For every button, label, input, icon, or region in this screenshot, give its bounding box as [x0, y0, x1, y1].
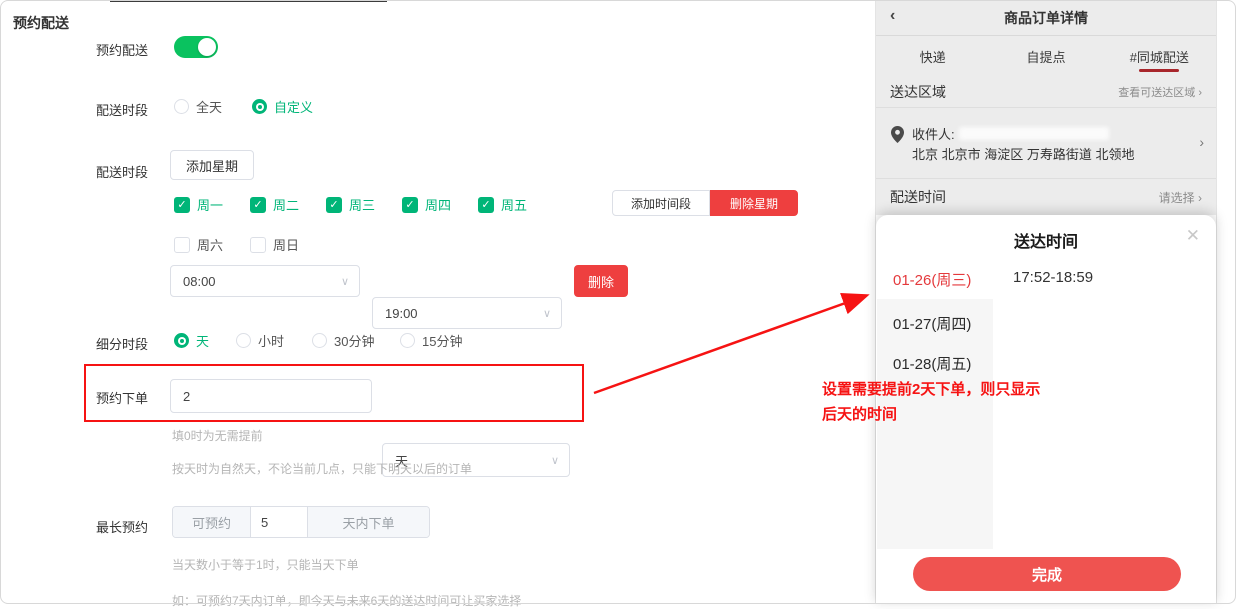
tab-local-delivery[interactable]: #同城配送	[1103, 36, 1216, 76]
checkbox-icon: ✓	[478, 197, 494, 213]
toggle-knob	[198, 38, 216, 56]
delivery-area-row[interactable]: 送达区域 查看可送达区域 ›	[876, 76, 1216, 108]
checkbox-icon	[174, 237, 190, 253]
radio-label: 小时	[258, 331, 284, 350]
annotation-text: 设置需要提前2天下单，则只显示 后天的时间	[822, 377, 1112, 427]
start-time-select[interactable]: 08:00 ∨	[170, 265, 360, 297]
checkbox-sunday[interactable]: 周日	[250, 235, 299, 254]
max-row-label: 最长预约	[96, 517, 148, 536]
redacted-recipient-name	[959, 127, 1109, 140]
checkbox-icon: ✓	[250, 197, 266, 213]
checkbox-label: 周四	[425, 195, 451, 214]
radio-label: 15分钟	[422, 331, 462, 350]
annotation-line-1: 设置需要提前2天下单，则只显示	[822, 377, 1112, 402]
end-time-select[interactable]: 19:00 ∨	[372, 297, 562, 329]
radio-day[interactable]: 天	[174, 331, 209, 350]
date-option-0126[interactable]: 01-26(周三)	[877, 259, 993, 299]
checkbox-label: 周三	[349, 195, 375, 214]
checkbox-icon: ✓	[174, 197, 190, 213]
max-prefix: 可预约	[173, 507, 251, 537]
radio-label: 全天	[196, 97, 222, 116]
granularity-row-label: 细分时段	[96, 334, 148, 353]
delivery-time-label: 配送时间	[890, 187, 946, 207]
checkbox-label: 周日	[273, 235, 299, 254]
checkbox-tuesday[interactable]: ✓ 周二	[250, 195, 299, 214]
radio-icon	[174, 99, 189, 114]
checkbox-label: 周二	[273, 195, 299, 214]
done-button[interactable]: 完成	[913, 557, 1181, 591]
radio-icon	[236, 333, 251, 348]
max-days-input-group: 可预约 5 天内下单	[172, 506, 430, 538]
lead-row-label: 预约下单	[96, 388, 148, 407]
top-divider-line	[110, 0, 387, 2]
delete-timeslot-button[interactable]: 删除	[574, 265, 628, 297]
chevron-down-icon: ∨	[543, 307, 551, 320]
end-time-value: 19:00	[385, 306, 418, 321]
period-row-label: 配送时段	[96, 100, 148, 119]
recipient-label: 收件人:	[912, 124, 955, 143]
radio-label: 自定义	[274, 97, 313, 116]
tab-express[interactable]: 快递	[876, 36, 989, 76]
panel-title: 商品订单详情	[1004, 8, 1088, 28]
radio-15min[interactable]: 15分钟	[400, 331, 462, 350]
close-icon[interactable]: ✕	[1186, 226, 1200, 246]
delivery-method-tabs: 快递 自提点 #同城配送	[876, 36, 1216, 76]
page-title: 预约配送	[13, 13, 69, 33]
checkbox-icon	[250, 237, 266, 253]
modal-title: 送达时间	[876, 228, 1216, 252]
checkbox-icon: ✓	[402, 197, 418, 213]
checkbox-label: 周五	[501, 195, 527, 214]
checkbox-monday[interactable]: ✓ 周一	[174, 195, 223, 214]
delivery-time-row[interactable]: 配送时间 请选择 ›	[876, 178, 1216, 215]
chevron-down-icon: ∨	[551, 454, 559, 467]
delivery-area-label: 送达区域	[890, 82, 946, 102]
back-chevron-icon[interactable]: ‹	[890, 7, 895, 25]
checkbox-friday[interactable]: ✓ 周五	[478, 195, 527, 214]
reservation-delivery-toggle[interactable]	[174, 36, 218, 58]
radio-hour[interactable]: 小时	[236, 331, 284, 350]
radio-label: 天	[196, 331, 209, 350]
start-time-value: 08:00	[183, 274, 216, 289]
toggle-row-label: 预约配送	[96, 40, 148, 59]
checkbox-label: 周六	[197, 235, 223, 254]
annotation-line-2: 后天的时间	[822, 402, 1112, 427]
radio-icon	[174, 333, 189, 348]
time-slot-option[interactable]: 17:52-18:59	[1013, 269, 1093, 286]
radio-label: 30分钟	[334, 331, 374, 350]
radio-all-day[interactable]: 全天	[174, 97, 222, 116]
delete-week-button[interactable]: 删除星期	[710, 190, 798, 216]
radio-30min[interactable]: 30分钟	[312, 331, 374, 350]
lead-days-input[interactable]: 2	[170, 379, 372, 413]
add-week-button[interactable]: 添加星期	[170, 150, 254, 180]
panel-dimmed-section: ‹ 商品订单详情 快递 自提点 #同城配送 送达区域 查看可送达区域 › 收件人…	[876, 0, 1216, 215]
max-days-input[interactable]: 5	[251, 507, 307, 537]
checkbox-icon: ✓	[326, 197, 342, 213]
checkbox-label: 周一	[197, 195, 223, 214]
max-suffix: 天内下单	[307, 507, 429, 537]
view-area-link[interactable]: 查看可送达区域 ›	[1118, 84, 1202, 100]
radio-icon	[312, 333, 327, 348]
lead-hint-2: 按天时为自然天，不论当前几点，只能下明天以后的订单	[172, 460, 472, 477]
radio-custom[interactable]: 自定义	[252, 97, 313, 116]
checkbox-wednesday[interactable]: ✓ 周三	[326, 195, 375, 214]
add-timeslot-button[interactable]: 添加时间段	[612, 190, 710, 216]
chevron-down-icon: ∨	[341, 275, 349, 288]
checkbox-saturday[interactable]: 周六	[174, 235, 223, 254]
radio-icon	[252, 99, 267, 114]
location-pin-icon	[891, 126, 904, 143]
panel-header: ‹ 商品订单详情	[876, 0, 1216, 36]
chevron-right-icon: ›	[1199, 134, 1204, 150]
recipient-address: 北京 北京市 海淀区 万寿路街道 北领地	[912, 144, 1134, 163]
checkbox-thursday[interactable]: ✓ 周四	[402, 195, 451, 214]
week-row-label: 配送时段	[96, 162, 148, 181]
phone-preview-panel: ‹ 商品订单详情 快递 自提点 #同城配送 送达区域 查看可送达区域 › 收件人…	[875, 0, 1217, 604]
lead-hint-1: 填0时为无需提前	[172, 427, 263, 444]
date-option-0127[interactable]: 01-27(周四)	[877, 303, 993, 343]
delivery-time-placeholder: 请选择 ›	[1159, 189, 1202, 206]
tab-pickup[interactable]: 自提点	[989, 36, 1102, 76]
max-hint-1: 当天数小于等于1时，只能当天下单	[172, 556, 359, 573]
radio-icon	[400, 333, 415, 348]
max-hint-2: 如：可预约7天内订单，即今天与未来6天的送达时间可让买家选择	[172, 592, 521, 609]
